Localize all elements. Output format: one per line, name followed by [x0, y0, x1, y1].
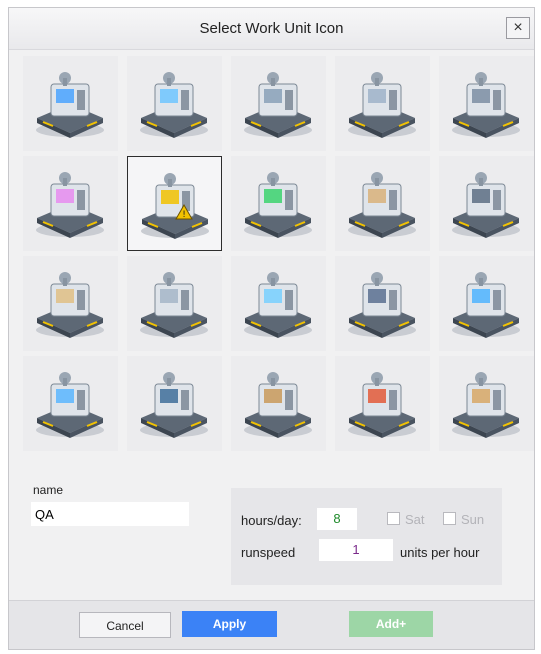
icon-tile[interactable]: [335, 356, 430, 451]
svg-text:!: !: [182, 210, 186, 220]
icon-tile[interactable]: [127, 56, 222, 151]
roller-machine-icon: [140, 272, 208, 338]
robot-arm-icon: [348, 72, 416, 138]
icon-tile[interactable]: [439, 156, 534, 251]
icon-tile[interactable]: [231, 56, 326, 151]
sat-label: Sat: [405, 512, 425, 527]
icon-tile[interactable]: [439, 356, 534, 451]
select-icon-dialog: Select Work Unit Icon × ! name hours/day…: [8, 7, 535, 650]
close-button[interactable]: ×: [506, 17, 530, 39]
name-input[interactable]: [31, 502, 189, 526]
runspeed-label: runspeed: [241, 545, 296, 560]
sun-label: Sun: [461, 512, 485, 527]
gantry-robot-icon: [244, 72, 312, 138]
units-per-hour-label: units per hour: [400, 545, 480, 560]
icon-tile[interactable]: [23, 256, 118, 351]
title-bar: Select Work Unit Icon ×: [9, 8, 534, 50]
hours-per-day-label: hours/day:: [241, 513, 302, 528]
apply-button[interactable]: Apply: [182, 611, 277, 637]
sun-checkbox[interactable]: [443, 512, 456, 525]
cancel-button[interactable]: Cancel: [79, 612, 171, 638]
palletizer-robot-icon: [452, 372, 520, 438]
icon-tile[interactable]: [231, 156, 326, 251]
icon-tile[interactable]: [439, 56, 534, 151]
hydraulic-press-icon: [452, 172, 520, 238]
laser-cutter-icon: [36, 72, 104, 138]
warning-machine-icon: !: [141, 173, 209, 239]
3d-printer-icon: [452, 272, 520, 338]
icon-tile[interactable]: [127, 256, 222, 351]
icon-tile[interactable]: [439, 256, 534, 351]
workstation-icon: [36, 372, 104, 438]
sewing-machine-icon: [244, 172, 312, 238]
gas-cutter-icon: [348, 372, 416, 438]
runspeed-input[interactable]: 1: [319, 539, 393, 561]
icon-tile[interactable]: [23, 56, 118, 151]
icon-tile[interactable]: [335, 256, 430, 351]
add-button[interactable]: Add+: [349, 611, 433, 637]
dialog-title: Select Work Unit Icon: [199, 20, 344, 37]
close-icon: ×: [513, 19, 523, 36]
name-label: name: [33, 483, 64, 497]
icon-tile[interactable]: [23, 356, 118, 451]
welding-robot-icon: [36, 172, 104, 238]
cnc-machine-icon: [140, 72, 208, 138]
workers-team-icon: [348, 272, 416, 338]
hours-per-day-input[interactable]: 8: [317, 508, 357, 530]
icon-tile[interactable]: [231, 256, 326, 351]
control-panel-icon: [140, 372, 208, 438]
mixer-silo-icon: [36, 272, 104, 338]
icon-tile[interactable]: !: [127, 156, 222, 251]
schedule-panel: hours/day: 8 Sat Sun runspeed 1 units pe…: [231, 488, 502, 585]
tank-reactor-icon: [452, 72, 520, 138]
vending-cabinet-icon: [244, 272, 312, 338]
pallet-wrapper-icon: [244, 372, 312, 438]
icon-tile[interactable]: [127, 356, 222, 451]
conveyor-box-icon: [348, 172, 416, 238]
icon-tile[interactable]: [335, 56, 430, 151]
icon-tile[interactable]: [23, 156, 118, 251]
dialog-footer: Cancel Apply Add+: [9, 600, 534, 649]
icon-tile[interactable]: [231, 356, 326, 451]
icon-tile[interactable]: [335, 156, 430, 251]
sat-checkbox[interactable]: [387, 512, 400, 525]
